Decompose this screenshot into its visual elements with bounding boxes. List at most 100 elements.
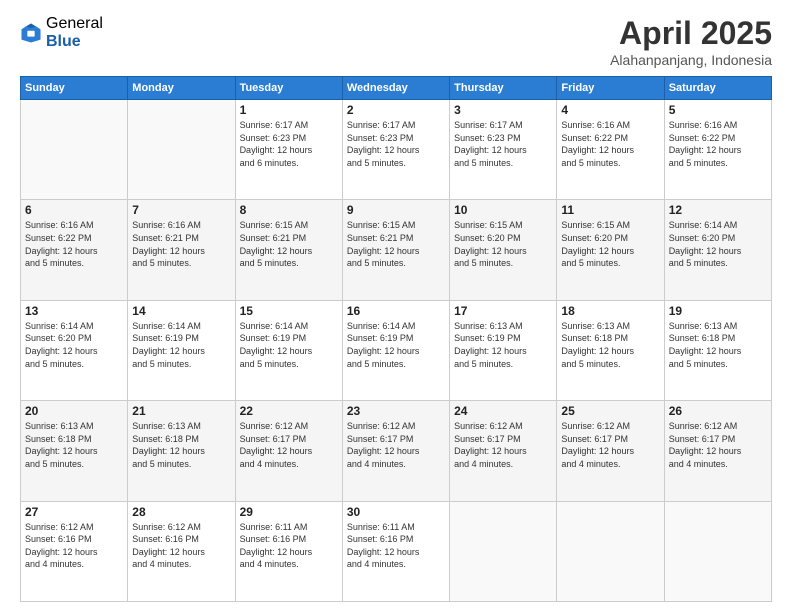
calendar-cell [664, 501, 771, 601]
day-number: 11 [561, 203, 659, 217]
calendar-cell: 6 Sunrise: 6:16 AM Sunset: 6:22 PM Daylig… [21, 200, 128, 300]
day-info: Sunrise: 6:16 AM Sunset: 6:22 PM Dayligh… [669, 119, 767, 169]
calendar-week-row: 13 Sunrise: 6:14 AM Sunset: 6:20 PM Dayli… [21, 300, 772, 400]
day-info: Sunrise: 6:13 AM Sunset: 6:18 PM Dayligh… [132, 420, 230, 470]
calendar-cell: 23 Sunrise: 6:12 AM Sunset: 6:17 PM Dayli… [342, 401, 449, 501]
calendar-cell: 25 Sunrise: 6:12 AM Sunset: 6:17 PM Dayli… [557, 401, 664, 501]
day-info: Sunrise: 6:16 AM Sunset: 6:22 PM Dayligh… [25, 219, 123, 269]
day-number: 27 [25, 505, 123, 519]
day-info: Sunrise: 6:15 AM Sunset: 6:20 PM Dayligh… [561, 219, 659, 269]
day-info: Sunrise: 6:11 AM Sunset: 6:16 PM Dayligh… [240, 521, 338, 571]
calendar-cell: 28 Sunrise: 6:12 AM Sunset: 6:16 PM Dayli… [128, 501, 235, 601]
day-number: 13 [25, 304, 123, 318]
day-number: 20 [25, 404, 123, 418]
day-info: Sunrise: 6:14 AM Sunset: 6:20 PM Dayligh… [669, 219, 767, 269]
page: General Blue April 2025 Alahanpanjang, I… [0, 0, 792, 612]
day-number: 22 [240, 404, 338, 418]
day-info: Sunrise: 6:13 AM Sunset: 6:18 PM Dayligh… [25, 420, 123, 470]
calendar-cell: 30 Sunrise: 6:11 AM Sunset: 6:16 PM Dayli… [342, 501, 449, 601]
calendar-cell: 15 Sunrise: 6:14 AM Sunset: 6:19 PM Dayli… [235, 300, 342, 400]
logo-icon [20, 22, 42, 44]
day-number: 12 [669, 203, 767, 217]
day-info: Sunrise: 6:17 AM Sunset: 6:23 PM Dayligh… [240, 119, 338, 169]
day-number: 21 [132, 404, 230, 418]
calendar-cell: 10 Sunrise: 6:15 AM Sunset: 6:20 PM Dayli… [450, 200, 557, 300]
calendar-cell: 24 Sunrise: 6:12 AM Sunset: 6:17 PM Dayli… [450, 401, 557, 501]
logo-text: General Blue [46, 15, 103, 50]
calendar-cell [21, 100, 128, 200]
day-number: 10 [454, 203, 552, 217]
calendar-week-row: 1 Sunrise: 6:17 AM Sunset: 6:23 PM Daylig… [21, 100, 772, 200]
calendar-header-wednesday: Wednesday [342, 77, 449, 100]
day-number: 1 [240, 103, 338, 117]
day-number: 30 [347, 505, 445, 519]
day-number: 17 [454, 304, 552, 318]
calendar-cell [128, 100, 235, 200]
title-block: April 2025 Alahanpanjang, Indonesia [610, 15, 772, 68]
day-number: 7 [132, 203, 230, 217]
day-number: 15 [240, 304, 338, 318]
calendar-cell: 14Sunrise: 6:14 AM Sunset: 6:19 PM Dayli… [128, 300, 235, 400]
day-info: Sunrise: 6:14 AM Sunset: 6:20 PM Dayligh… [25, 320, 123, 370]
day-info: Sunrise: 6:15 AM Sunset: 6:21 PM Dayligh… [240, 219, 338, 269]
day-info: Sunrise: 6:17 AM Sunset: 6:23 PM Dayligh… [454, 119, 552, 169]
day-info: Sunrise: 6:14 AM Sunset: 6:19 PM Dayligh… [347, 320, 445, 370]
day-info: Sunrise: 6:14 AM Sunset: 6:19 PM Dayligh… [240, 320, 338, 370]
calendar-cell: 29 Sunrise: 6:11 AM Sunset: 6:16 PM Dayli… [235, 501, 342, 601]
day-info: Sunrise: 6:15 AM Sunset: 6:20 PM Dayligh… [454, 219, 552, 269]
month-title: April 2025 [610, 15, 772, 52]
day-info: Sunrise: 6:12 AM Sunset: 6:17 PM Dayligh… [561, 420, 659, 470]
calendar-cell: 7Sunrise: 6:16 AM Sunset: 6:21 PM Daylig… [128, 200, 235, 300]
day-info: Sunrise: 6:12 AM Sunset: 6:16 PM Dayligh… [132, 521, 230, 571]
calendar-header-friday: Friday [557, 77, 664, 100]
calendar-cell: 22 Sunrise: 6:12 AM Sunset: 6:17 PM Dayli… [235, 401, 342, 501]
calendar-header-row: SundayMondayTuesdayWednesdayThursdayFrid… [21, 77, 772, 100]
calendar-week-row: 6 Sunrise: 6:16 AM Sunset: 6:22 PM Daylig… [21, 200, 772, 300]
calendar-cell: 12 Sunrise: 6:14 AM Sunset: 6:20 PM Dayli… [664, 200, 771, 300]
header: General Blue April 2025 Alahanpanjang, I… [20, 15, 772, 68]
calendar-table: SundayMondayTuesdayWednesdayThursdayFrid… [20, 76, 772, 602]
calendar-cell: 2Sunrise: 6:17 AM Sunset: 6:23 PM Daylig… [342, 100, 449, 200]
calendar-cell: 20 Sunrise: 6:13 AM Sunset: 6:18 PM Dayli… [21, 401, 128, 501]
day-number: 24 [454, 404, 552, 418]
calendar-cell: 19 Sunrise: 6:13 AM Sunset: 6:18 PM Dayli… [664, 300, 771, 400]
calendar-cell: 8Sunrise: 6:15 AM Sunset: 6:21 PM Daylig… [235, 200, 342, 300]
day-number: 2 [347, 103, 445, 117]
day-info: Sunrise: 6:13 AM Sunset: 6:18 PM Dayligh… [561, 320, 659, 370]
calendar-week-row: 20 Sunrise: 6:13 AM Sunset: 6:18 PM Dayli… [21, 401, 772, 501]
calendar-cell: 3Sunrise: 6:17 AM Sunset: 6:23 PM Daylig… [450, 100, 557, 200]
day-info: Sunrise: 6:16 AM Sunset: 6:22 PM Dayligh… [561, 119, 659, 169]
day-number: 28 [132, 505, 230, 519]
calendar-header-thursday: Thursday [450, 77, 557, 100]
day-number: 6 [25, 203, 123, 217]
day-number: 23 [347, 404, 445, 418]
day-info: Sunrise: 6:12 AM Sunset: 6:17 PM Dayligh… [454, 420, 552, 470]
calendar-cell: 13 Sunrise: 6:14 AM Sunset: 6:20 PM Dayli… [21, 300, 128, 400]
calendar-cell: 21 Sunrise: 6:13 AM Sunset: 6:18 PM Dayli… [128, 401, 235, 501]
calendar-cell: 27Sunrise: 6:12 AM Sunset: 6:16 PM Dayli… [21, 501, 128, 601]
day-number: 14 [132, 304, 230, 318]
calendar-cell [557, 501, 664, 601]
day-number: 9 [347, 203, 445, 217]
day-info: Sunrise: 6:12 AM Sunset: 6:17 PM Dayligh… [240, 420, 338, 470]
day-info: Sunrise: 6:12 AM Sunset: 6:17 PM Dayligh… [347, 420, 445, 470]
calendar-header-tuesday: Tuesday [235, 77, 342, 100]
calendar-cell: 26Sunrise: 6:12 AM Sunset: 6:17 PM Dayli… [664, 401, 771, 501]
calendar-cell: 5Sunrise: 6:16 AM Sunset: 6:22 PM Daylig… [664, 100, 771, 200]
calendar-week-row: 27 Sunrise: 6:12 AM Sunset: 6:16 PM Dayli… [21, 501, 772, 601]
day-number: 18 [561, 304, 659, 318]
calendar-cell: 1 Sunrise: 6:17 AM Sunset: 6:23 PM Daylig… [235, 100, 342, 200]
calendar-cell: 17Sunrise: 6:13 AM Sunset: 6:19 PM Dayli… [450, 300, 557, 400]
calendar-cell [450, 501, 557, 601]
day-number: 19 [669, 304, 767, 318]
day-info: Sunrise: 6:11 AM Sunset: 6:16 PM Dayligh… [347, 521, 445, 571]
calendar-cell: 9Sunrise: 6:15 AM Sunset: 6:21 PM Daylig… [342, 200, 449, 300]
logo-general: General [46, 15, 103, 33]
day-number: 16 [347, 304, 445, 318]
calendar-header-saturday: Saturday [664, 77, 771, 100]
day-number: 25 [561, 404, 659, 418]
day-number: 29 [240, 505, 338, 519]
calendar-cell: 16 Sunrise: 6:14 AM Sunset: 6:19 PM Dayli… [342, 300, 449, 400]
day-number: 4 [561, 103, 659, 117]
day-info: Sunrise: 6:13 AM Sunset: 6:18 PM Dayligh… [669, 320, 767, 370]
